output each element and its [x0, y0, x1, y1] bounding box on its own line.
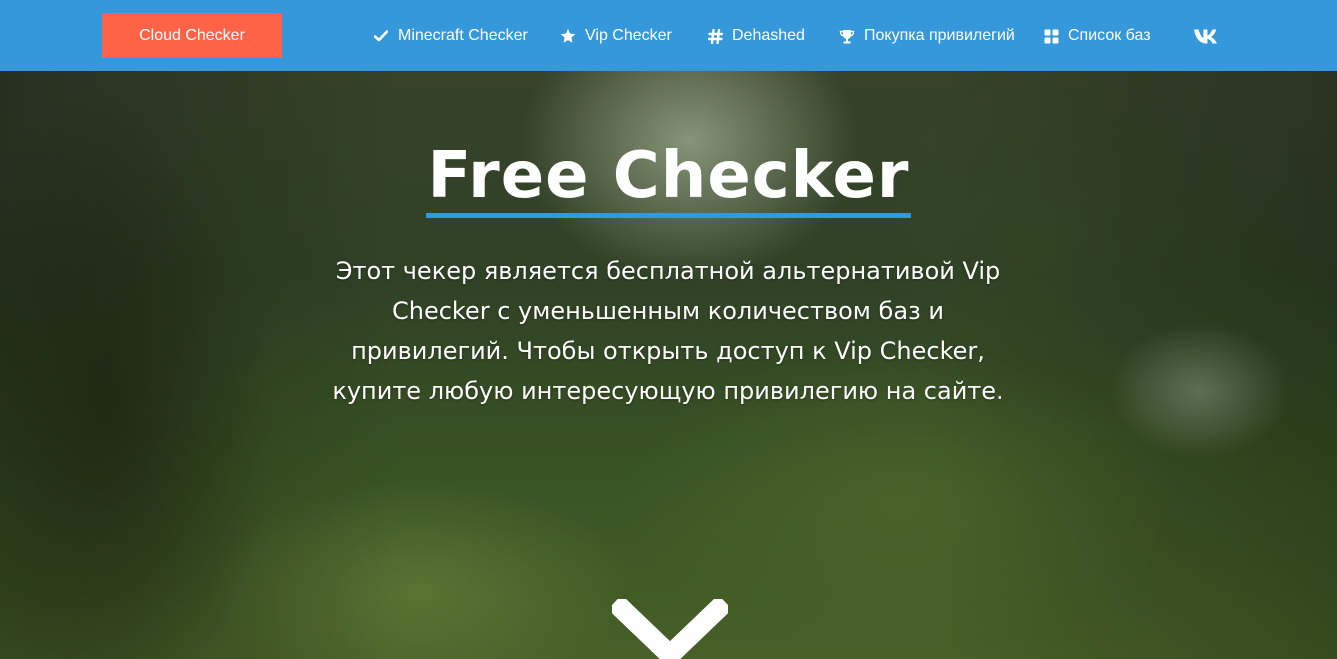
nav-label: Dehashed — [732, 27, 805, 44]
nav-label: Minecraft Checker — [398, 27, 528, 44]
nav-database-list[interactable]: Список баз — [1042, 24, 1151, 48]
chevron-down-icon[interactable] — [607, 594, 733, 659]
vk-icon[interactable] — [1192, 24, 1224, 48]
nav-label: Покупка привилегий — [864, 27, 1015, 44]
nav-vip-checker[interactable]: Vip Checker — [559, 24, 672, 48]
star-icon — [559, 27, 577, 45]
hero-description: Этот чекер является бесплатной альтернат… — [332, 257, 1004, 405]
nav-minecraft-checker[interactable]: Minecraft Checker — [372, 24, 528, 48]
hero-title: Free Checker — [0, 139, 1337, 218]
nav-label: Vip Checker — [585, 27, 672, 44]
hashtag-icon — [706, 27, 724, 45]
grid-icon — [1042, 27, 1060, 45]
hero-section: Free Checker Этот чекер является бесплат… — [0, 71, 1337, 659]
brand-button[interactable]: Cloud Checker — [102, 13, 282, 58]
nav-buy-privileges[interactable]: Покупка привилегий — [838, 24, 1015, 48]
top-navbar: Cloud Checker Minecraft Checker Vip Chec… — [0, 0, 1337, 71]
hero-title-text: Free Checker — [425, 139, 912, 218]
trophy-icon — [838, 27, 856, 45]
nav-label: Список баз — [1068, 27, 1151, 44]
nav-dehashed[interactable]: Dehashed — [706, 24, 805, 48]
check-icon — [372, 27, 390, 45]
